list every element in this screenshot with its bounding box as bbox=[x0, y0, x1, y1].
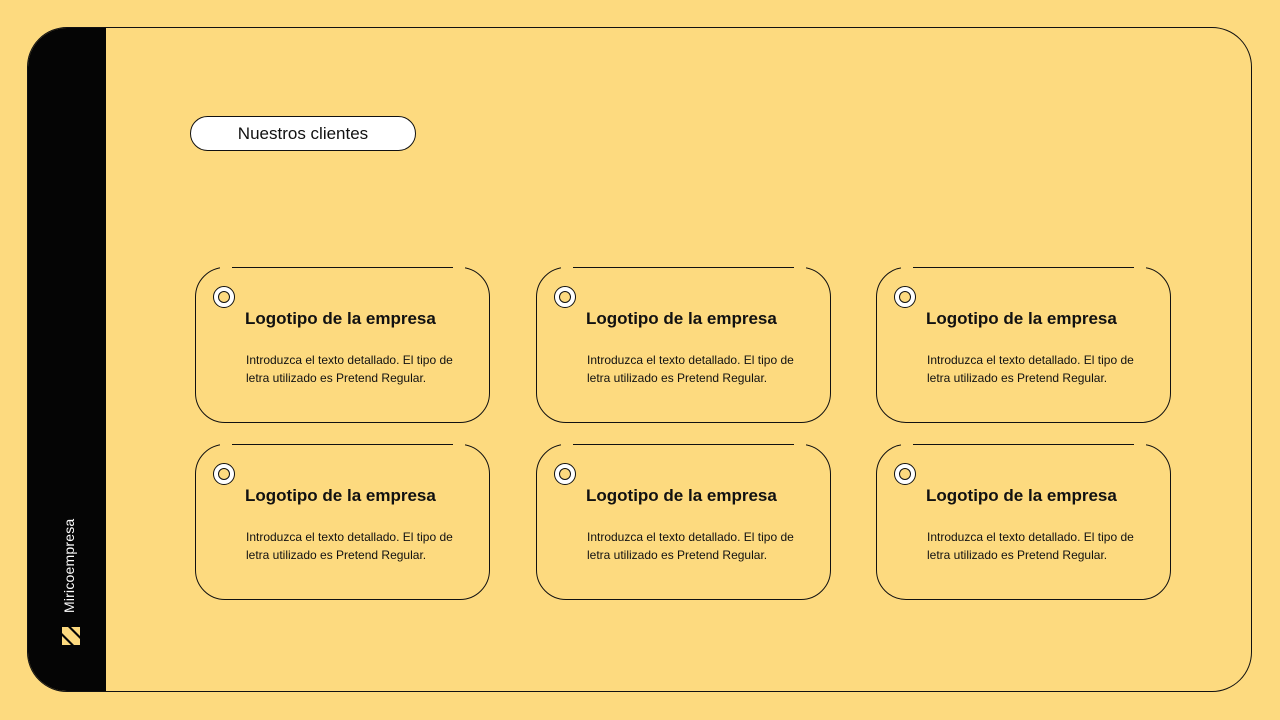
card-text: Introduzca el texto detallado. El tipo d… bbox=[927, 530, 1134, 562]
client-card: Logotipo de la empresa Introduzca el tex… bbox=[195, 443, 490, 600]
client-card: Logotipo de la empresa Introduzca el tex… bbox=[536, 266, 831, 423]
client-card: Logotipo de la empresa Introduzca el tex… bbox=[876, 443, 1171, 600]
client-card: Logotipo de la empresa Introduzca el tex… bbox=[876, 266, 1171, 423]
brand: Miricoempresa bbox=[48, 495, 94, 645]
client-card: Logotipo de la empresa Introduzca el tex… bbox=[195, 266, 490, 423]
bullet-circle-icon bbox=[894, 286, 916, 308]
slide: Miricoempresa Nuestros clientes Logotipo… bbox=[0, 0, 1280, 720]
card-title: Logotipo de la empresa bbox=[245, 309, 436, 328]
card-title: Logotipo de la empresa bbox=[926, 486, 1117, 505]
bullet-circle-icon bbox=[213, 286, 235, 308]
brand-name: Miricoempresa bbox=[61, 518, 77, 613]
card-title: Logotipo de la empresa bbox=[245, 486, 436, 505]
card-text: Introduzca el texto detallado. El tipo d… bbox=[587, 530, 794, 562]
section-title-pill: Nuestros clientes bbox=[190, 116, 416, 151]
sidebar: Miricoempresa bbox=[28, 28, 106, 691]
slide-frame: Miricoempresa Nuestros clientes Logotipo… bbox=[27, 27, 1252, 692]
card-text: Introduzca el texto detallado. El tipo d… bbox=[587, 353, 794, 385]
card-text: Introduzca el texto detallado. El tipo d… bbox=[927, 353, 1134, 385]
card-title: Logotipo de la empresa bbox=[926, 309, 1117, 328]
card-title: Logotipo de la empresa bbox=[586, 486, 777, 505]
bullet-circle-icon bbox=[894, 463, 916, 485]
client-card: Logotipo de la empresa Introduzca el tex… bbox=[536, 443, 831, 600]
bullet-circle-icon bbox=[554, 286, 576, 308]
bullet-circle-icon bbox=[213, 463, 235, 485]
bullet-circle-icon bbox=[554, 463, 576, 485]
card-text: Introduzca el texto detallado. El tipo d… bbox=[246, 353, 453, 385]
card-title: Logotipo de la empresa bbox=[586, 309, 777, 328]
section-title: Nuestros clientes bbox=[237, 123, 369, 143]
card-text: Introduzca el texto detallado. El tipo d… bbox=[246, 530, 453, 562]
brand-logo-icon bbox=[62, 627, 80, 645]
